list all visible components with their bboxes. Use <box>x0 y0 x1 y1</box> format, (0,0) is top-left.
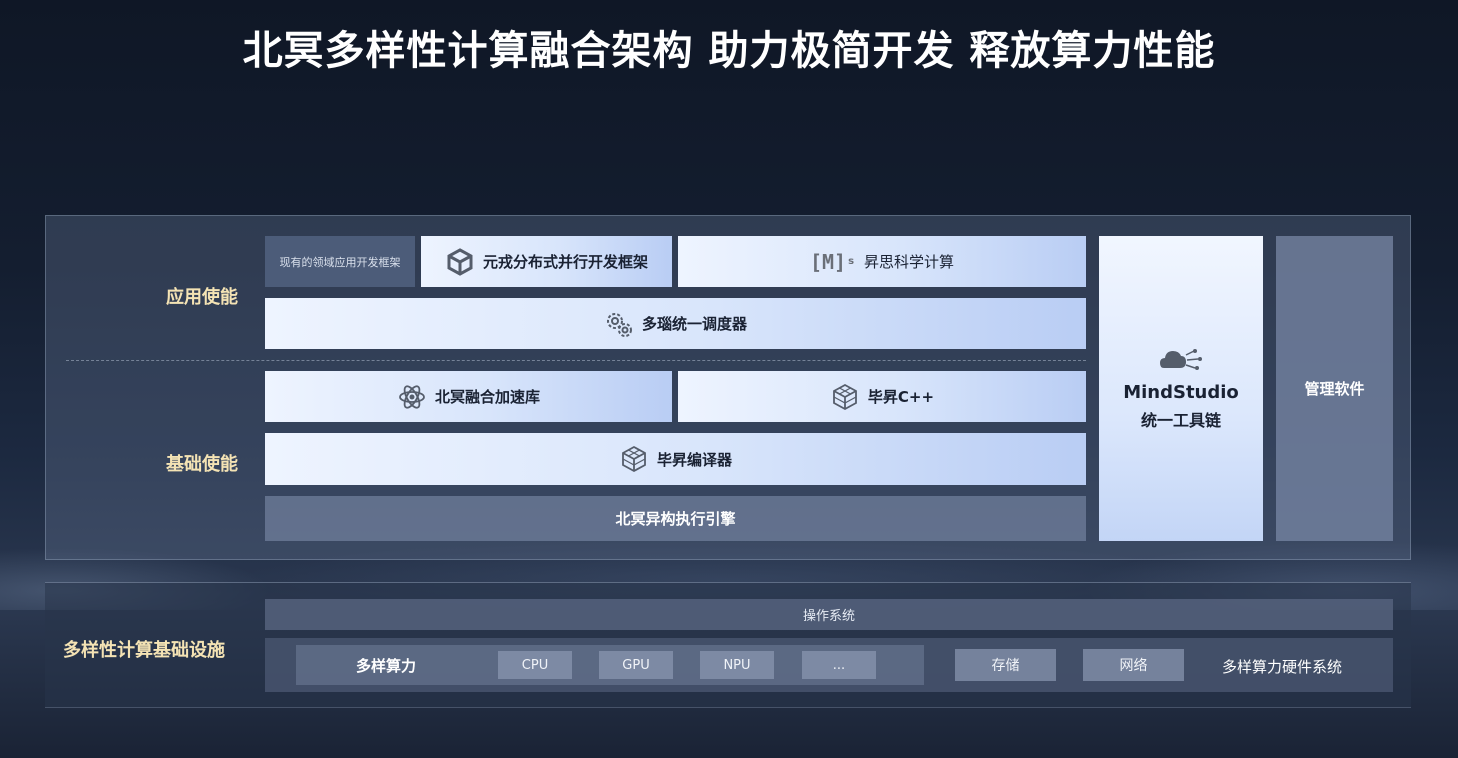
blocks-icon <box>833 383 857 410</box>
cloud-network-icon <box>1160 349 1202 370</box>
gears-icon <box>606 312 632 337</box>
yuanrong-framework-label: 元戎分布式并行开发框架 <box>482 253 648 271</box>
layer-divider <box>66 360 1086 361</box>
management-software-box: 管理软件 <box>1276 236 1393 541</box>
storage-box: 存储 <box>955 649 1056 681</box>
accel-lib-label: 北冥融合加速库 <box>434 388 540 406</box>
yisi-science-label: 昇思科学计算 <box>864 253 955 271</box>
os-label: 操作系统 <box>802 609 855 624</box>
mindspore-logo-sup: s <box>848 256 855 267</box>
engine-box: 北冥异构执行引擎 <box>265 496 1086 541</box>
chip-cpu: CPU <box>498 651 572 679</box>
existing-frameworks-box: 现有的领域应用开发框架 <box>265 236 415 287</box>
chip-more: ... <box>802 651 876 679</box>
chip-npu: NPU <box>700 651 774 679</box>
yisi-science-box: [M] s 昇思科学计算 <box>678 236 1086 287</box>
section-label-app-enable: 应用使能 <box>166 287 238 308</box>
network-box: 网络 <box>1083 649 1184 681</box>
compiler-label: 毕昇编译器 <box>656 450 732 469</box>
section-label-base-enable: 基础使能 <box>166 454 238 475</box>
yuanrong-framework-box: 元戎分布式并行开发框架 <box>421 236 672 287</box>
scheduler-box: 多瑙统一调度器 <box>265 298 1086 349</box>
hardware-system-label: 多样算力硬件系统 <box>1222 658 1343 676</box>
bisheng-cpp-box: 毕昇C++ <box>678 371 1086 422</box>
cube-icon <box>447 247 473 276</box>
mindstudio-box: MindStudio 统一工具链 <box>1099 236 1263 541</box>
blocks-icon <box>622 445 646 473</box>
chip-gpu: GPU <box>599 651 673 679</box>
accel-lib-box: 北冥融合加速库 <box>265 371 672 422</box>
compute-label: 多样算力 <box>356 657 417 675</box>
bisheng-cpp-label: 毕昇C++ <box>867 388 935 406</box>
page-title: 北冥多样性计算融合架构 助力极简开发 释放算力性能 <box>242 28 1216 74</box>
mindstudio-subtitle: 统一工具链 <box>1140 411 1221 430</box>
scheduler-label: 多瑙统一调度器 <box>641 315 747 333</box>
compiler-box: 毕昇编译器 <box>265 433 1086 485</box>
os-bar: 操作系统 <box>265 599 1393 630</box>
management-software-label: 管理软件 <box>1304 380 1365 398</box>
engine-label: 北冥异构执行引擎 <box>615 510 736 528</box>
atom-icon <box>399 384 425 409</box>
mindstudio-title: MindStudio <box>1123 382 1239 403</box>
mindspore-logo: [M] <box>809 249 847 274</box>
existing-frameworks-label: 现有的领域应用开发框架 <box>279 255 401 269</box>
section-label-infra: 多样性计算基础设施 <box>63 640 225 661</box>
